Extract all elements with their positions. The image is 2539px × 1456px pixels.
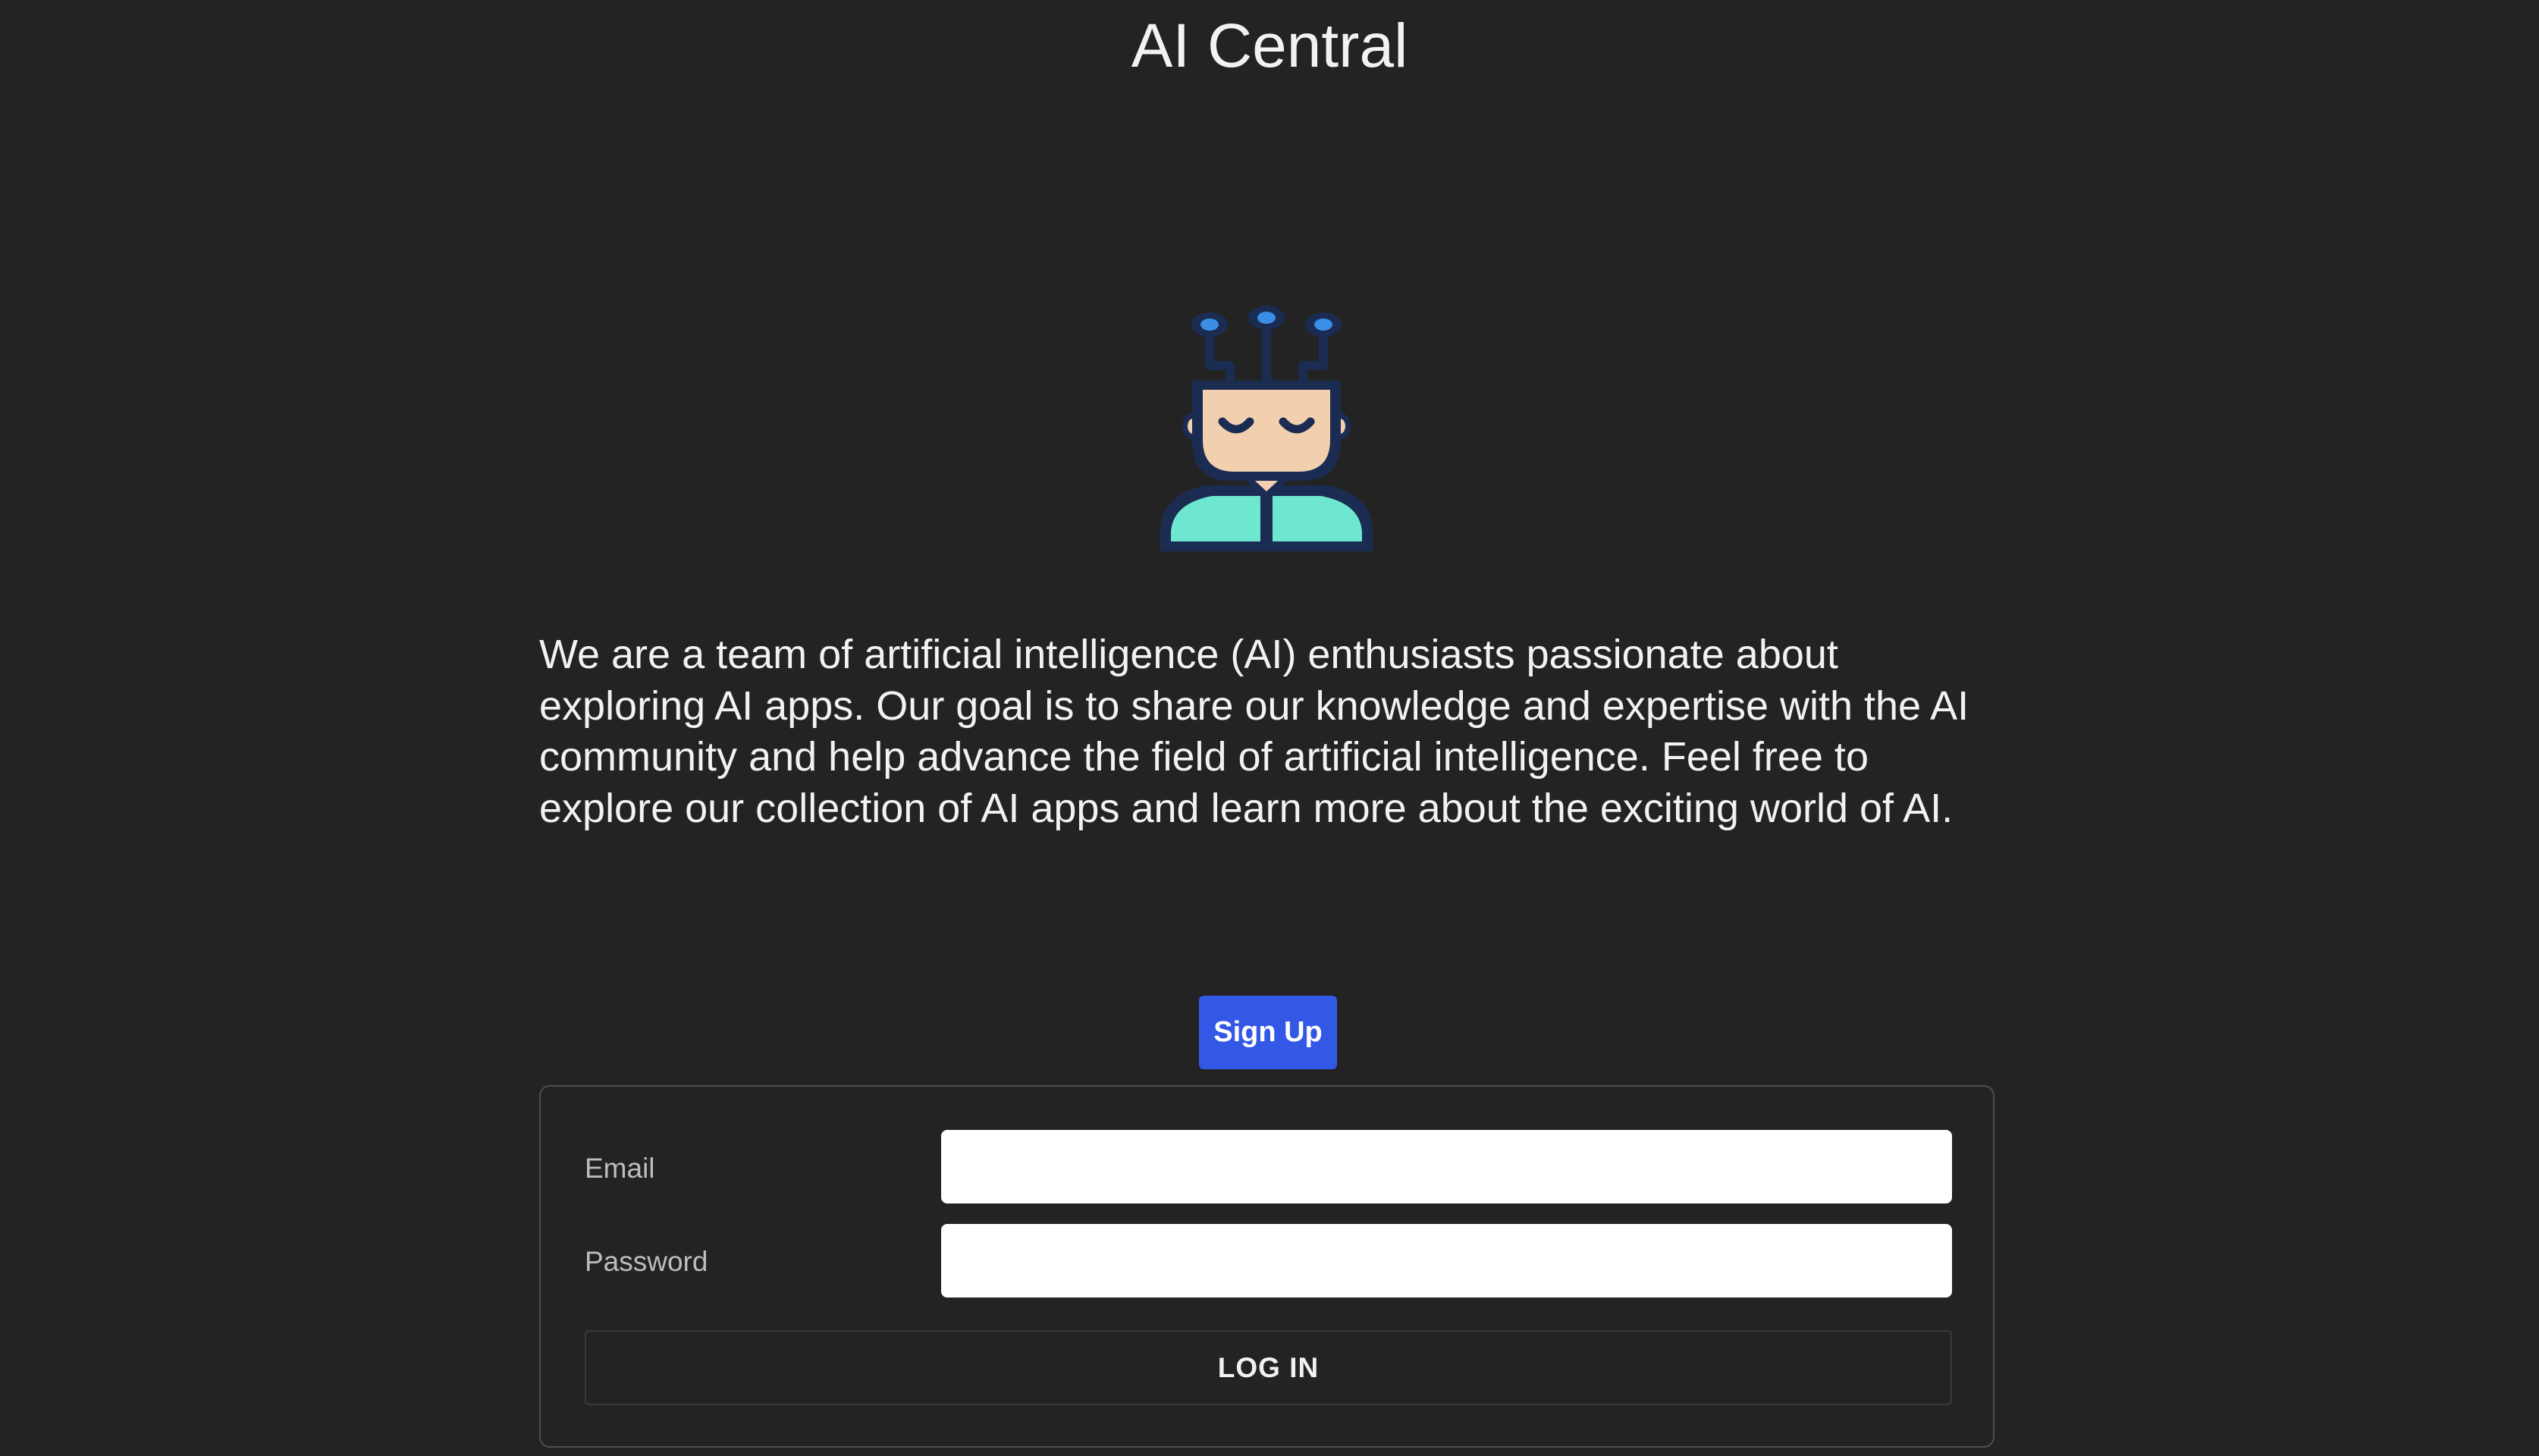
ai-robot-head-icon (1160, 306, 1373, 551)
password-label: Password (585, 1246, 708, 1277)
page-title: AI Central (1131, 11, 1408, 80)
email-label: Email (585, 1153, 655, 1184)
email-field[interactable] (941, 1130, 1952, 1203)
page: AI Central We are a team of artificial i… (0, 0, 2539, 1456)
login-form: Email Password LOG IN (539, 1085, 1994, 1448)
password-field[interactable] (941, 1224, 1952, 1298)
sign-up-button[interactable]: Sign Up (1199, 996, 1337, 1069)
about-description: We are a team of artificial intelligence… (539, 632, 1969, 831)
log-in-button[interactable]: LOG IN (585, 1330, 1952, 1405)
